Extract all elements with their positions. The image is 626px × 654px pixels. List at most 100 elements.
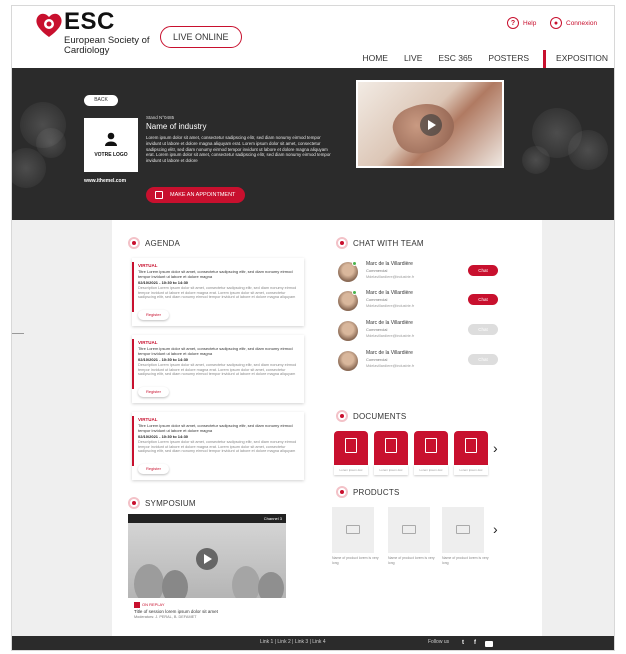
document-tile[interactable]: [414, 431, 448, 465]
agenda-section-title: AGENDA: [128, 237, 180, 249]
products-next-arrow-icon[interactable]: ›: [493, 521, 498, 537]
member-name: Marc de la Villardière: [366, 290, 413, 296]
bokeh-decoration: [568, 130, 608, 170]
exhibitor-website-link[interactable]: www.ithemel.com: [84, 178, 126, 184]
replay-icon: [134, 602, 140, 608]
document-label: Lorem ipsum doc: [374, 465, 408, 475]
products-section-title: PRODUCTS: [336, 486, 400, 498]
facebook-icon[interactable]: f: [474, 640, 476, 646]
back-button[interactable]: BACK: [84, 95, 118, 106]
member-email: Mdelavillardiere@industrie.fr: [366, 304, 415, 308]
member-role: Commercial: [366, 327, 388, 332]
symposium-title: SYMPOSIUM: [145, 498, 196, 508]
agenda-tag: VIRTUAL: [138, 263, 158, 268]
register-button[interactable]: Register: [138, 387, 169, 397]
user-icon: ●: [550, 17, 562, 29]
product-tile[interactable]: [442, 507, 484, 553]
section-bullet-icon: [336, 410, 348, 422]
calendar-icon: [155, 191, 163, 199]
avatar: [338, 351, 358, 371]
document-label: Lorem ipsum doc: [414, 465, 448, 475]
document-tile[interactable]: [454, 431, 488, 465]
symposium-info: ON REPLAY Title of session lorem ipsum d…: [128, 598, 286, 628]
member-name: Marc de la Villardière: [366, 261, 413, 267]
header: ESC European Society of Cardiology LIVE …: [12, 6, 614, 68]
product-name: Name of product lorem is very long: [332, 556, 379, 565]
member-role: Commercial: [366, 268, 388, 273]
symposium-section-title: SYMPOSIUM: [128, 497, 196, 509]
agenda-tag: VIRTUAL: [138, 417, 158, 422]
agenda-accent-bar: [132, 339, 134, 389]
nav-exposition[interactable]: EXPOSITION: [543, 50, 614, 68]
online-status-icon: [352, 290, 357, 295]
play-icon[interactable]: [196, 548, 218, 570]
page-frame: ESC European Society of Cardiology LIVE …: [11, 5, 615, 651]
agenda-item-title: Titre Lorem ipsum dolor sit amet, consec…: [138, 346, 293, 356]
youtube-icon[interactable]: [485, 641, 493, 647]
logo-subtitle: European Society of Cardiology: [64, 35, 150, 56]
make-appointment-button[interactable]: MAKE AN APPOINTMENT: [146, 187, 246, 203]
agenda-description: Description Lorem ipsum dolor sit amet, …: [138, 286, 297, 300]
member-role: Commercial: [366, 297, 388, 302]
footer-links[interactable]: Link 1 | Link 2 | Link 3 | Link 4: [260, 639, 326, 645]
product-tile[interactable]: [388, 507, 430, 553]
member-email: Mdelavillardiere@industrie.fr: [366, 364, 415, 368]
nav-live[interactable]: LIVE: [396, 50, 430, 68]
online-status-icon: [352, 261, 357, 266]
product-image-icon: [402, 525, 416, 534]
agenda-card: VIRTUAL Titre Lorem ipsum dolor sit amet…: [132, 258, 304, 326]
logo-placeholder-icon: [105, 132, 117, 146]
nav-esc-365[interactable]: ESC 365: [430, 50, 480, 68]
play-icon[interactable]: [420, 114, 442, 136]
avatar: [338, 321, 358, 341]
live-online-button[interactable]: LIVE ONLINE: [160, 26, 242, 48]
connexion-link[interactable]: ● Connexion: [550, 17, 597, 29]
agenda-date: 02/10/2021 - 10:30 to 14:30: [138, 280, 189, 285]
file-icon: [425, 438, 437, 453]
logo-text: ESC: [64, 8, 115, 35]
esc-heart-logo-icon[interactable]: [34, 10, 64, 40]
agenda-description: Description Lorem ipsum dolor sit amet, …: [138, 440, 297, 454]
chat-button[interactable]: Chat: [468, 294, 498, 305]
symposium-video[interactable]: Channel 3: [128, 514, 286, 598]
member-email: Mdelavillardiere@industrie.fr: [366, 334, 415, 338]
connexion-label: Connexion: [566, 19, 598, 27]
member-email: Mdelavillardiere@industrie.fr: [366, 275, 415, 279]
chat-button[interactable]: Chat: [468, 265, 498, 276]
twitter-icon[interactable]: t: [462, 640, 464, 646]
stand-description: Lorem ipsum dolor sit amet, consectetur …: [146, 135, 331, 164]
nav-posters[interactable]: POSTERS: [480, 50, 537, 68]
help-icon: ?: [507, 17, 519, 29]
bokeh-decoration: [522, 146, 550, 174]
chat-button-disabled: Chat: [468, 324, 498, 335]
member-name: Marc de la Villardière: [366, 320, 413, 326]
product-name: Name of product lorem is very long: [388, 556, 435, 565]
section-bullet-icon: [128, 497, 140, 509]
product-tile[interactable]: [332, 507, 374, 553]
documents-next-arrow-icon[interactable]: ›: [493, 440, 498, 456]
replay-tag: ON REPLAY: [142, 602, 165, 607]
stand-number: Stand N°0485: [146, 115, 175, 120]
agenda-tag: VIRTUAL: [138, 340, 158, 345]
agenda-card: VIRTUAL Titre Lorem ipsum dolor sit amet…: [132, 335, 304, 403]
agenda-description: Description Lorem ipsum dolor sit amet, …: [138, 363, 297, 377]
help-link[interactable]: ? Help: [507, 17, 536, 29]
file-icon: [385, 438, 397, 453]
register-button[interactable]: Register: [138, 464, 169, 474]
file-icon: [465, 438, 477, 453]
video-header-bar: Channel 3: [128, 514, 286, 523]
stand-video[interactable]: [356, 80, 504, 168]
document-tile[interactable]: [334, 431, 368, 465]
agenda-card: VIRTUAL Titre Lorem ipsum dolor sit amet…: [132, 412, 304, 480]
register-button[interactable]: Register: [138, 310, 169, 320]
agenda-accent-bar: [132, 262, 134, 312]
agenda-date: 02/10/2021 - 10:30 to 14:30: [138, 357, 189, 362]
documents-section-title: DOCUMENTS: [336, 410, 406, 422]
logo-placeholder-label: VOTRE LOGO: [94, 152, 128, 158]
follow-us-label: Follow us: [428, 639, 450, 645]
nav-home[interactable]: HOME: [354, 50, 396, 68]
chat-member-row: Marc de la Villardière Commercial Mdelav…: [334, 319, 504, 345]
document-tile[interactable]: [374, 431, 408, 465]
chat-member-row: Marc de la Villardière Commercial Mdelav…: [334, 349, 504, 375]
document-label: Lorem ipsum doc: [454, 465, 488, 475]
